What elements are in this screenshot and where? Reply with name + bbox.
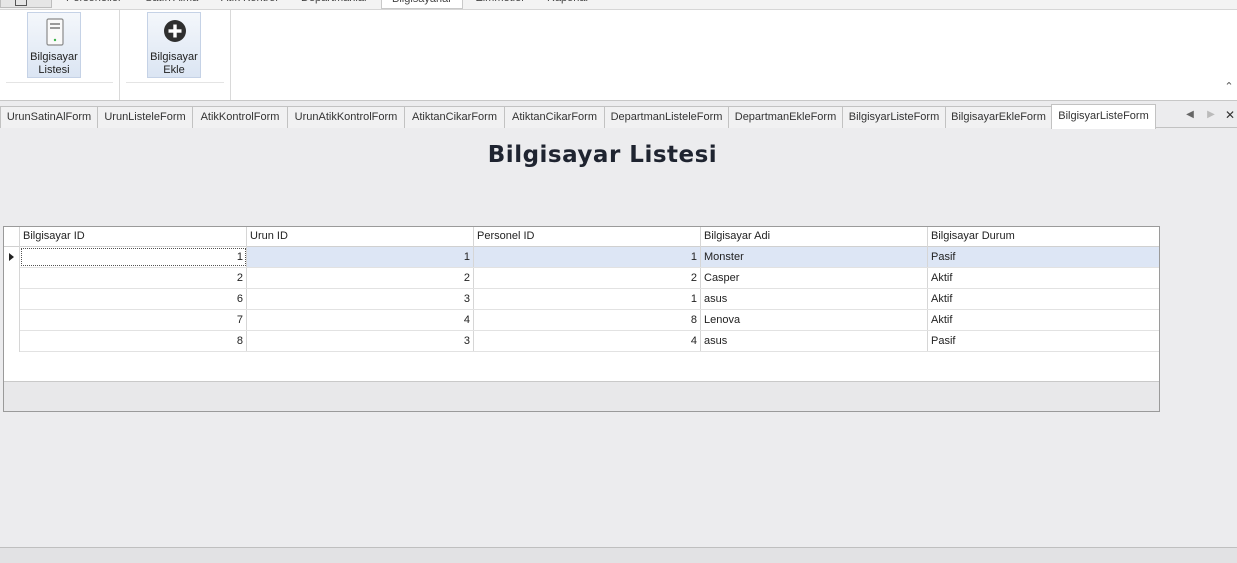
group-separator xyxy=(126,82,224,83)
doc-tab-urunsatinalform[interactable]: UrunSatinAlForm xyxy=(0,106,98,128)
cell-bilgisayar-durum[interactable]: Aktif xyxy=(928,310,1159,330)
ribbon-tab-satin-alma[interactable]: Satın Alma xyxy=(145,0,198,8)
row-header[interactable] xyxy=(4,268,20,289)
row-header[interactable] xyxy=(4,247,20,268)
cell-bilgisayar-adi[interactable]: asus xyxy=(701,289,928,309)
app-menu-icon xyxy=(15,0,27,6)
cell-urun-id[interactable]: 3 xyxy=(247,289,474,309)
cell-bilgisayar-id[interactable]: 7 xyxy=(20,310,247,330)
cell-bilgisayar-id[interactable]: 6 xyxy=(20,289,247,309)
collapse-ribbon-icon[interactable]: ⌃ xyxy=(1223,82,1235,94)
grid-corner-header[interactable] xyxy=(4,227,20,247)
ribbon-tab-strip: Personeller Satın Alma Atık Kontrol Depa… xyxy=(0,0,1237,9)
column-header-bilgisayar-adi[interactable]: Bilgisayar Adi xyxy=(701,227,928,247)
table-row[interactable]: 6 3 1 asus Aktif xyxy=(4,289,1159,310)
application-menu-button[interactable] xyxy=(0,0,52,8)
current-row-arrow-icon xyxy=(9,253,14,261)
row-header[interactable] xyxy=(4,331,20,352)
ribbon-tab-personeller[interactable]: Personeller xyxy=(66,0,122,8)
cell-personel-id[interactable]: 1 xyxy=(474,247,701,267)
bilgisayar-listesi-button[interactable]: Bilgisayar Listesi xyxy=(27,12,81,78)
group-separator xyxy=(6,82,113,83)
cell-personel-id[interactable]: 1 xyxy=(474,289,701,309)
computer-tower-icon xyxy=(46,18,64,46)
cell-bilgisayar-adi[interactable]: Monster xyxy=(701,247,928,267)
table-row[interactable]: 2 2 2 Casper Aktif xyxy=(4,268,1159,289)
ribbon-tab-atik-kontrol[interactable]: Atık Kontrol xyxy=(221,0,278,8)
table-row[interactable]: 7 4 8 Lenova Aktif xyxy=(4,310,1159,331)
column-header-personel-id[interactable]: Personel ID xyxy=(474,227,701,247)
ribbon-group-add: Bilgisayar Ekle xyxy=(120,10,231,100)
cell-bilgisayar-adi[interactable]: asus xyxy=(701,331,928,351)
bilgisayar-listesi-label: Bilgisayar Listesi xyxy=(30,51,78,76)
page-title: Bilgisayar Listesi xyxy=(487,142,718,168)
table-row[interactable]: 1 1 1 Monster Pasif xyxy=(4,247,1159,268)
cell-bilgisayar-id[interactable]: 1 xyxy=(20,247,247,267)
doc-tab-urunlisteleform[interactable]: UrunListeleForm xyxy=(97,106,193,128)
table-row[interactable]: 8 3 4 asus Pasif xyxy=(4,331,1159,352)
cell-personel-id[interactable]: 8 xyxy=(474,310,701,330)
cell-urun-id[interactable]: 4 xyxy=(247,310,474,330)
bilgisayar-ekle-label: Bilgisayar Ekle xyxy=(150,51,198,76)
doc-tab-atikkontrolform[interactable]: AtikKontrolForm xyxy=(192,106,288,128)
doc-tab-atiktancikarform-2[interactable]: AtiktanCikarForm xyxy=(504,106,605,128)
cell-urun-id[interactable]: 3 xyxy=(247,331,474,351)
document-tab-strip: UrunSatinAlForm UrunListeleForm AtikKont… xyxy=(0,104,1237,129)
column-header-bilgisayar-durum[interactable]: Bilgisayar Durum xyxy=(928,227,1159,247)
grid-header-row: Bilgisayar ID Urun ID Personel ID Bilgis… xyxy=(4,227,1159,247)
cell-bilgisayar-durum[interactable]: Aktif xyxy=(928,289,1159,309)
cell-bilgisayar-id[interactable]: 8 xyxy=(20,331,247,351)
doc-tab-urunatikkontrolform[interactable]: UrunAtikKontrolForm xyxy=(287,106,405,128)
close-tab-icon[interactable]: ✕ xyxy=(1223,108,1237,122)
ribbon-group-list: Bilgisayar Listesi xyxy=(0,10,120,100)
ribbon-panel: Bilgisayar Listesi Bilgisayar Ekle ⌃ xyxy=(0,9,1237,101)
ribbon-tab-departmanlar[interactable]: Departmanlar xyxy=(301,0,368,8)
doc-tab-bilgisyarlisteform-active[interactable]: BilgisyarListeForm xyxy=(1051,104,1156,129)
doc-tab-bilgisayarekleform[interactable]: BilgisayarEkleForm xyxy=(945,106,1052,128)
doc-tab-departmanlisteleform[interactable]: DepartmanListeleForm xyxy=(604,106,729,128)
grid-footer-panel xyxy=(4,381,1159,411)
column-header-bilgisayar-id[interactable]: Bilgisayar ID xyxy=(20,227,247,247)
row-header[interactable] xyxy=(4,310,20,331)
ribbon-tab-bilgisayarlar[interactable]: Bilgisayarlar xyxy=(381,0,463,9)
cell-urun-id[interactable]: 2 xyxy=(247,268,474,288)
status-bar xyxy=(0,547,1237,563)
cell-bilgisayar-id[interactable]: 2 xyxy=(20,268,247,288)
doc-tab-atiktancikarform[interactable]: AtiktanCikarForm xyxy=(404,106,505,128)
bilgisayar-data-grid[interactable]: Bilgisayar ID Urun ID Personel ID Bilgis… xyxy=(3,226,1160,412)
bilgisayar-ekle-button[interactable]: Bilgisayar Ekle xyxy=(147,12,201,78)
cell-bilgisayar-durum[interactable]: Aktif xyxy=(928,268,1159,288)
row-header[interactable] xyxy=(4,289,20,310)
cell-personel-id[interactable]: 2 xyxy=(474,268,701,288)
scroll-tabs-left-icon[interactable]: ◀ xyxy=(1183,108,1197,122)
cell-bilgisayar-durum[interactable]: Pasif xyxy=(928,247,1159,267)
ribbon-tab-raporlar[interactable]: Raporlar xyxy=(547,0,589,8)
cell-bilgisayar-adi[interactable]: Casper xyxy=(701,268,928,288)
doc-tab-departmanekleform[interactable]: DepartmanEkleForm xyxy=(728,106,843,128)
cell-urun-id[interactable]: 1 xyxy=(247,247,474,267)
scroll-tabs-right-icon[interactable]: ▶ xyxy=(1204,108,1218,122)
cell-personel-id[interactable]: 4 xyxy=(474,331,701,351)
cell-bilgisayar-adi[interactable]: Lenova xyxy=(701,310,928,330)
column-header-urun-id[interactable]: Urun ID xyxy=(247,227,474,247)
ribbon-tab-zimmetler[interactable]: Zimmetler xyxy=(476,0,525,8)
cell-bilgisayar-durum[interactable]: Pasif xyxy=(928,331,1159,351)
doc-tab-bilgisyarlisteform[interactable]: BilgisyarListeForm xyxy=(842,106,946,128)
add-circle-icon xyxy=(164,20,186,42)
